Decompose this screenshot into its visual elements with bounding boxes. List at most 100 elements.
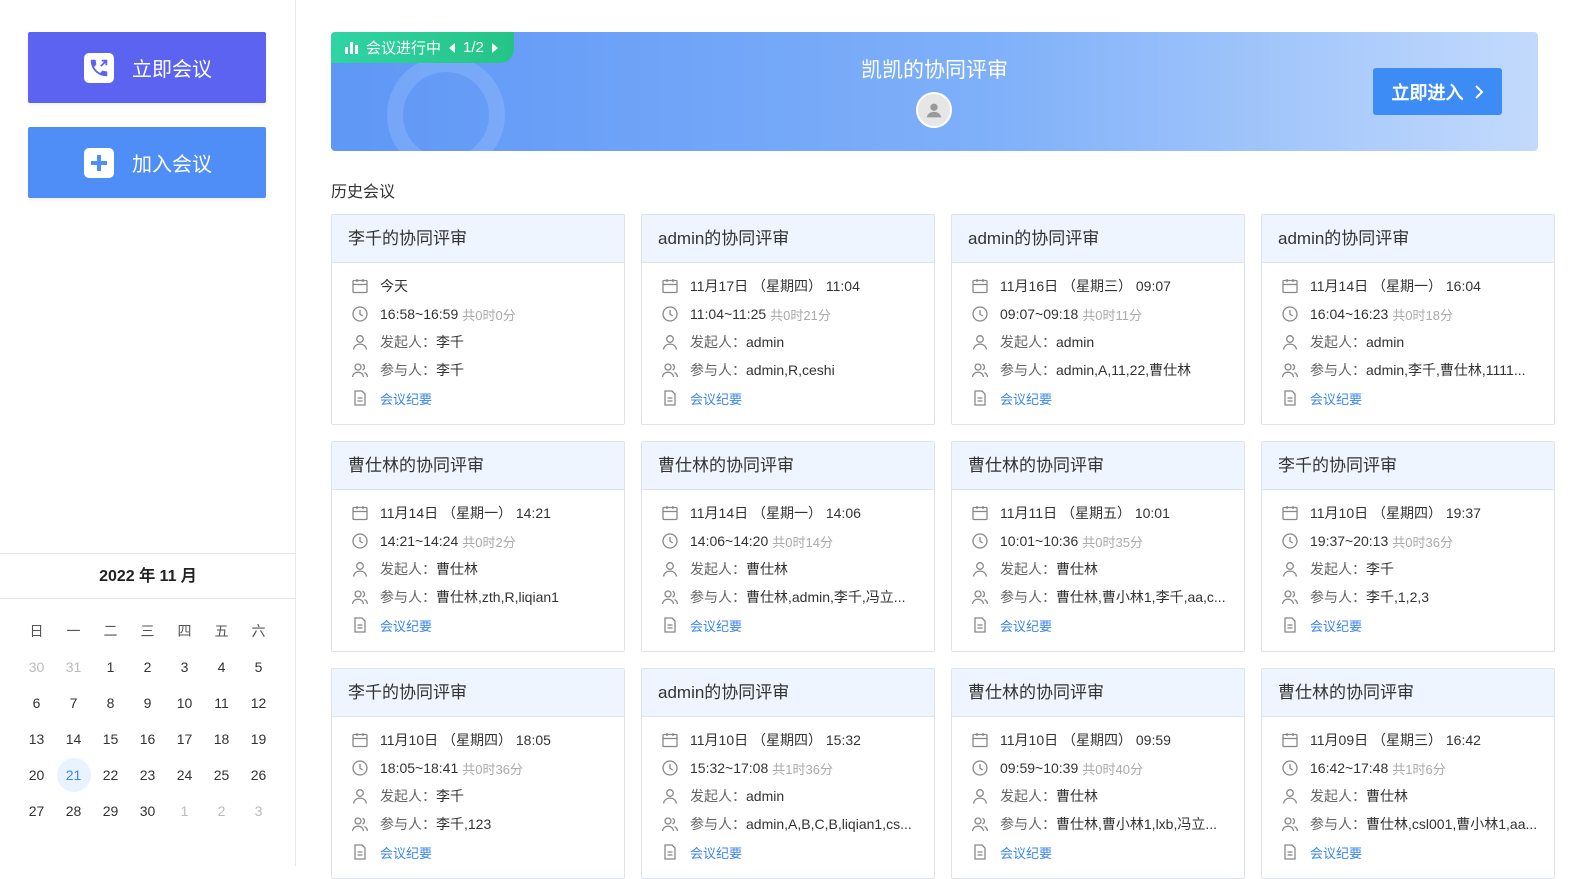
meeting-card[interactable]: 李千的协同评审 今天 16:58~16:59 共0时0分 发起人： 李千 参与人： 李千 会议纪… [331,214,625,425]
users-icon [661,815,679,833]
meeting-participants: admin,A,B,C,B,liqian1,cs... [746,816,912,832]
meeting-minutes-link[interactable]: 会议纪要 [690,843,742,862]
calendar-day[interactable]: 13 [18,721,55,757]
calendar-day[interactable]: 2 [129,649,166,685]
calendar-day-number: 14 [65,731,82,747]
calendar-day[interactable]: 15 [92,721,129,757]
meeting-title: 曹仕林的协同评审 [952,442,1244,490]
users-icon [971,815,989,833]
meeting-card[interactable]: admin的协同评审 11月17日 （星期四） 11:04 11:04~11:25 共… [641,214,935,425]
calendar-day[interactable]: 26 [240,757,277,793]
ongoing-meeting-title: 凯凯的协同评审 [861,59,1008,82]
calendar-day[interactable]: 23 [129,757,166,793]
calendar-day[interactable]: 5 [240,649,277,685]
calendar-day[interactable]: 28 [55,793,92,829]
calendar-day[interactable]: 3 [166,649,203,685]
meeting-minutes-link[interactable]: 会议纪要 [1310,389,1362,408]
calendar-day[interactable]: 8 [92,685,129,721]
meeting-time-row: 09:07~09:18 共0时11分 [971,300,1244,328]
calendar-day[interactable]: 18 [203,721,240,757]
calendar-day[interactable]: 11 [203,685,240,721]
meeting-card[interactable]: admin的协同评审 11月10日 （星期四） 15:32 15:32~17:08 共… [641,668,935,879]
calendar-day[interactable]: 6 [18,685,55,721]
calendar-day-number: 16 [139,731,156,747]
meeting-minutes-link[interactable]: 会议纪要 [1000,389,1052,408]
calendar-day[interactable]: 1 [166,793,203,829]
meeting-date: 11月10日 （星期四） 15:32 [690,732,861,748]
calendar-day[interactable]: 31 [55,649,92,685]
chevron-right-icon [1474,84,1483,99]
meeting-card[interactable]: admin的协同评审 11月16日 （星期三） 09:07 09:07~09:18 共… [951,214,1245,425]
meeting-minutes-link[interactable]: 会议纪要 [1310,616,1362,635]
meeting-participants: 曹仕林,csl001,曹小林1,aa... [1366,816,1538,832]
calendar-day-number: 28 [65,803,82,819]
meeting-date-row: 11月17日 （星期四） 11:04 [661,272,934,300]
meeting-minutes-link[interactable]: 会议纪要 [380,389,432,408]
calendar-day-number: 3 [180,659,189,675]
calendar-day[interactable]: 30 [129,793,166,829]
calendar-day[interactable]: 19 [240,721,277,757]
calendar-day[interactable]: 17 [166,721,203,757]
calendar-day-number: 21 [56,758,91,792]
calendar-day[interactable]: 12 [240,685,277,721]
meeting-minutes-link[interactable]: 会议纪要 [1000,616,1052,635]
calendar-day[interactable]: 27 [18,793,55,829]
meeting-minutes-row: 会议纪要 [1281,384,1554,412]
meeting-initiator: 李千 [436,788,464,804]
calendar-day[interactable]: 29 [92,793,129,829]
meeting-title: 李千的协同评审 [332,669,624,717]
meeting-minutes-link[interactable]: 会议纪要 [690,389,742,408]
calendar-day[interactable]: 3 [240,793,277,829]
meeting-card[interactable]: admin的协同评审 11月14日 （星期一） 16:04 16:04~16:23 共… [1261,214,1555,425]
ongoing-meeting-banner: 会议进行中 1/2 凯凯的协同评审 立即进入 [331,32,1538,151]
meeting-initiator: 曹仕林 [1056,561,1098,577]
meeting-minutes-link[interactable]: 会议纪要 [380,616,432,635]
calendar-day[interactable]: 7 [55,685,92,721]
initiator-label: 发起人： [1310,334,1366,350]
meeting-card[interactable]: 李千的协同评审 11月10日 （星期四） 18:05 18:05~18:41 共0时3… [331,668,625,879]
calendar-day[interactable]: 25 [203,757,240,793]
meeting-details: 11月11日 （星期五） 10:01 10:01~10:36 共0时35分 发起人：曹… [952,490,1244,639]
enter-now-button[interactable]: 立即进入 [1373,68,1502,115]
meeting-card[interactable]: 曹仕林的协同评审 11月09日 （星期三） 16:42 16:42~17:48 共1时… [1261,668,1555,879]
calendar-day[interactable]: 30 [18,649,55,685]
join-meeting-button[interactable]: 加入会议 [28,127,266,198]
meeting-minutes-row: 会议纪要 [971,838,1244,866]
calendar-day[interactable]: 10 [166,685,203,721]
meeting-card[interactable]: 曹仕林的协同评审 11月11日 （星期五） 10:01 10:01~10:36 共0时… [951,441,1245,652]
calendar-day[interactable]: 16 [129,721,166,757]
meeting-participants: 曹仕林,曹小林1,李千,aa,c... [1056,589,1226,605]
calendar-icon [971,731,989,749]
user-icon [661,560,679,578]
meeting-card[interactable]: 李千的协同评审 11月10日 （星期四） 19:37 19:37~20:13 共0时3… [1261,441,1555,652]
meeting-minutes-link[interactable]: 会议纪要 [1000,843,1052,862]
start-meeting-button[interactable]: 立即会议 [28,32,266,103]
meeting-duration: 共0时11分 [1082,307,1142,323]
meeting-participants-row: 参与人： 曹仕林,曹小林1,李千,aa,c... [971,583,1244,611]
users-icon [351,361,369,379]
calendar-day[interactable]: 14 [55,721,92,757]
calendar-day[interactable]: 9 [129,685,166,721]
meeting-minutes-link[interactable]: 会议纪要 [380,843,432,862]
users-icon [1281,588,1299,606]
calendar-day[interactable]: 22 [92,757,129,793]
clock-icon [661,305,679,323]
meeting-card[interactable]: 曹仕林的协同评审 11月10日 （星期四） 09:59 09:59~10:39 共0时… [951,668,1245,879]
calendar-day[interactable]: 1 [92,649,129,685]
meeting-time: 16:04~16:23 [1310,306,1389,322]
initiator-label: 发起人： [1310,788,1366,804]
meeting-card[interactable]: 曹仕林的协同评审 11月14日 （星期一） 14:06 14:06~14:20 共0时… [641,441,935,652]
calendar-day-today[interactable]: 21 [55,757,92,793]
next-arrow-icon[interactable] [491,42,498,53]
calendar-day[interactable]: 20 [18,757,55,793]
meeting-card[interactable]: 曹仕林的协同评审 11月14日 （星期一） 14:21 14:21~14:24 共0时… [331,441,625,652]
prev-arrow-icon[interactable] [449,42,456,53]
calendar-day[interactable]: 2 [203,793,240,829]
calendar-day[interactable]: 4 [203,649,240,685]
meeting-minutes-link[interactable]: 会议纪要 [690,616,742,635]
meeting-details: 11月14日 （星期一） 14:06 14:06~14:20 共0时14分 发起人：曹… [642,490,934,639]
meeting-date: 11月10日 （星期四） 18:05 [380,732,551,748]
user-icon [351,560,369,578]
meeting-minutes-link[interactable]: 会议纪要 [1310,843,1362,862]
calendar-day[interactable]: 24 [166,757,203,793]
